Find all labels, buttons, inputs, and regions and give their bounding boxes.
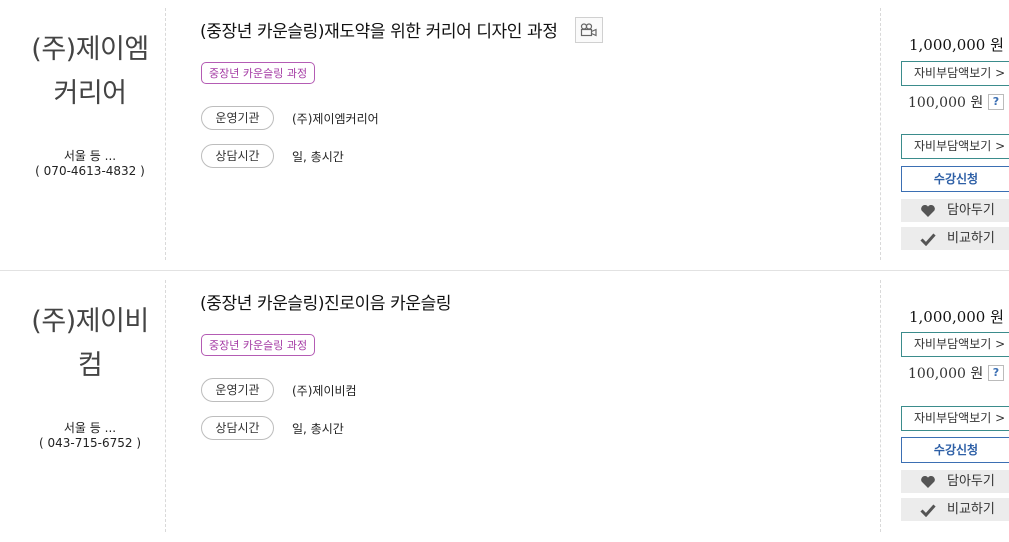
info-row-consult-time: 상담시간 일, 총시간 [201,143,344,169]
self-pay-view-button-2[interactable]: 자비부담액보기 > [901,406,1009,431]
course-price: 1,000,000 원 [909,36,1004,54]
wishlist-button[interactable]: 담아두기 [901,470,1009,493]
checkmark-icon [919,502,937,518]
phone-text: ( 043-715-6752 ) [39,436,141,450]
organization-name-line2: 커리어 [53,78,127,109]
apply-button[interactable]: 수강신청 [901,166,1009,192]
consult-time-label-pill: 상담시간 [201,416,274,440]
video-camera-icon[interactable] [575,17,603,43]
apply-button[interactable]: 수강신청 [901,437,1009,463]
self-pay-view-button[interactable]: 자비부담액보기 > [901,332,1009,357]
organization-name-line2: 컴 [77,350,103,381]
info-row-operator: 운영기관 (주)제이비컴 [201,377,357,403]
wishlist-button[interactable]: 담아두기 [901,199,1009,222]
info-row-operator: 운영기관 (주)제이엠커리어 [201,105,379,131]
consult-time-label-pill: 상담시간 [201,144,274,168]
checkmark-icon [919,231,937,247]
compare-label: 비교하기 [947,231,995,246]
organization-column: (주)제이비 컴 서울 등 ... ( 043-715-6752 ) [0,280,166,532]
wishlist-label: 담아두기 [947,474,995,489]
course-details: (중장년 카운슬링)재도약을 위한 커리어 디자인 과정 중장년 카운슬링 과정… [200,8,880,260]
course-title-link[interactable]: (중장년 카운슬링)재도약을 위한 커리어 디자인 과정 [200,17,558,42]
consult-time-value: 일, 총시간 [292,421,344,436]
organization-contact: 서울 등 ... ( 070-4613-4832 ) [16,149,164,179]
course-listing: (주)제이엠 커리어 서울 등 ... ( 070-4613-4832 ) (중… [0,8,1009,270]
course-price: 1,000,000 원 [909,308,1004,326]
price-actions-column: 1,000,000 원 자비부담액보기 > 100,000 원 ? 자비부담액보… [880,280,1009,532]
heart-icon [919,474,937,490]
heart-icon [919,203,937,219]
wishlist-label: 담아두기 [947,203,995,218]
course-listing: (주)제이비 컴 서울 등 ... ( 043-715-6752 ) (중장년 … [0,280,1009,542]
listing-divider [0,270,1009,271]
compare-button[interactable]: 비교하기 [901,227,1009,250]
help-icon[interactable]: ? [988,365,1004,381]
operator-value: (주)제이엠커리어 [292,111,379,126]
course-category-tag: 중장년 카운슬링 과정 [201,334,316,356]
organization-name[interactable]: (주)제이비 컴 [16,300,164,388]
operator-value: (주)제이비컴 [292,383,357,398]
self-pay-price: 100,000 원 [908,366,984,382]
course-details: (중장년 카운슬링)진로이음 카운슬링 중장년 카운슬링 과정 운영기관 (주)… [200,280,880,532]
operator-label-pill: 운영기관 [201,378,274,402]
price-actions-column: 1,000,000 원 자비부담액보기 > 100,000 원 ? 자비부담액보… [880,8,1009,260]
course-title-link[interactable]: (중장년 카운슬링)진로이음 카운슬링 [200,289,451,314]
phone-text: ( 070-4613-4832 ) [35,164,145,178]
organization-column: (주)제이엠 커리어 서울 등 ... ( 070-4613-4832 ) [0,8,166,260]
organization-name[interactable]: (주)제이엠 커리어 [16,28,164,116]
operator-label-pill: 운영기관 [201,106,274,130]
info-row-consult-time: 상담시간 일, 총시간 [201,415,344,441]
self-pay-view-button-2[interactable]: 자비부담액보기 > [901,134,1009,159]
self-pay-price: 100,000 원 [908,95,984,111]
organization-contact: 서울 등 ... ( 043-715-6752 ) [16,421,164,451]
organization-name-line1: (주)제이엠 [31,34,149,65]
help-icon[interactable]: ? [988,94,1004,110]
organization-name-line1: (주)제이비 [31,306,149,337]
location-text: 서울 등 ... [63,421,117,435]
self-pay-view-button[interactable]: 자비부담액보기 > [901,61,1009,86]
consult-time-value: 일, 총시간 [292,149,344,164]
location-text: 서울 등 ... [63,149,117,163]
course-category-tag: 중장년 카운슬링 과정 [201,62,316,84]
